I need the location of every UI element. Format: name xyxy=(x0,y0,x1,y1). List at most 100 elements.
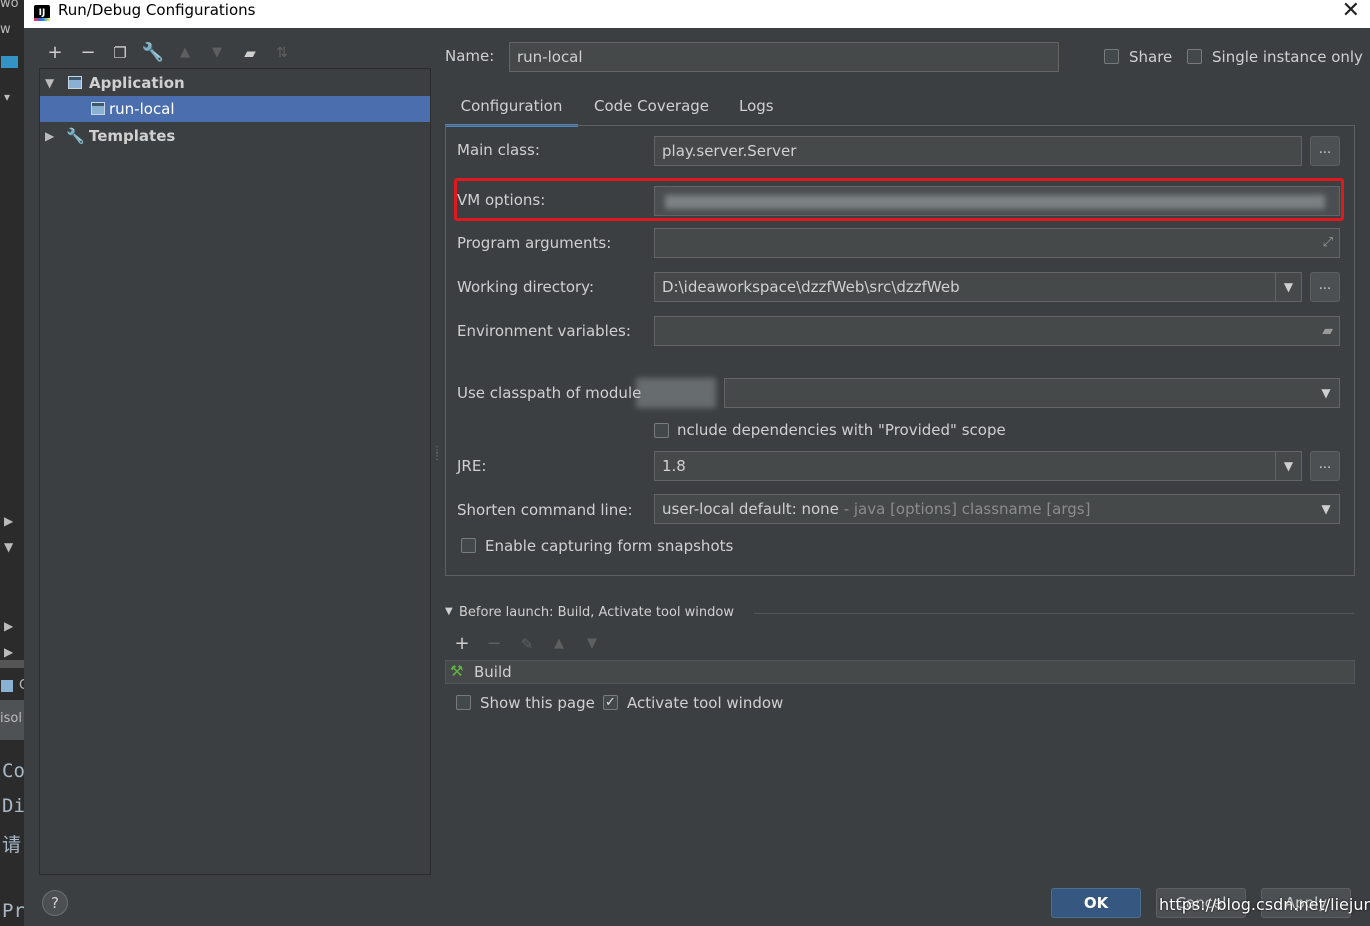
chevron-down-icon[interactable]: ▼ xyxy=(1275,452,1301,480)
move-down-icon[interactable]: ▼ xyxy=(580,633,604,655)
program-arguments-label: Program arguments: xyxy=(457,234,612,252)
add-task-icon[interactable]: + xyxy=(450,633,474,655)
name-label: Name: xyxy=(445,47,495,65)
title-bar: IJ Run/Debug Configurations ✕ xyxy=(24,0,1370,28)
chevron-down-icon[interactable]: ▼ xyxy=(1313,495,1339,523)
folder-icon[interactable]: ▰ xyxy=(1322,317,1333,345)
edit-task-icon[interactable]: ✎ xyxy=(515,633,539,655)
tree-item-run-local[interactable]: run-local xyxy=(40,96,430,122)
working-directory-browse-button[interactable]: ... xyxy=(1310,272,1340,302)
move-up-icon[interactable]: ▲ xyxy=(173,42,197,64)
folder-icon xyxy=(1,56,18,68)
run-debug-dialog: IJ Run/Debug Configurations ✕ + − ❐ 🔧 ▲ … xyxy=(24,0,1370,926)
share-checkbox[interactable] xyxy=(1104,49,1119,64)
jre-combo[interactable]: 1.8 ▼ xyxy=(654,451,1302,481)
triangle-right-icon: ▶ xyxy=(4,619,14,633)
activate-tool-window-checkbox[interactable]: ✓ xyxy=(603,695,618,710)
divider xyxy=(754,613,1354,614)
build-task-label: Build xyxy=(474,663,512,681)
intellij-logo-icon: IJ xyxy=(34,5,50,21)
wrench-icon: 🔧 xyxy=(66,127,85,145)
wrench-icon[interactable]: 🔧 xyxy=(141,42,165,64)
tab-code-coverage[interactable]: Code Coverage xyxy=(594,92,709,124)
remove-icon[interactable]: − xyxy=(76,42,100,64)
triangle-down-icon[interactable]: ▼ xyxy=(445,606,453,617)
tab-configuration[interactable]: Configuration xyxy=(445,92,578,127)
tree-item-label: run-local xyxy=(109,100,175,118)
single-instance-checkbox[interactable] xyxy=(1187,49,1202,64)
application-icon xyxy=(91,102,105,115)
app-icon xyxy=(1,680,13,692)
list-item[interactable]: ⚒ Build xyxy=(446,661,1354,683)
triangle-right-icon: ▶ xyxy=(4,514,14,528)
help-button[interactable]: ? xyxy=(42,890,68,916)
before-launch-list: ⚒ Build xyxy=(445,660,1355,684)
hammer-icon: ⚒ xyxy=(450,662,464,680)
show-page-label: Show this page xyxy=(480,694,595,712)
new-folder-icon[interactable]: ▰ xyxy=(238,42,262,64)
tree-item-label: Application xyxy=(89,74,185,92)
tab-logs[interactable]: Logs xyxy=(739,92,774,124)
vm-options-highlight xyxy=(454,178,1344,221)
console-text: Co xyxy=(2,760,24,782)
shorten-command-line-combo[interactable]: user-local default: none - java [options… xyxy=(654,494,1340,524)
add-icon[interactable]: + xyxy=(43,42,67,64)
activate-tool-window-label: Activate tool window xyxy=(627,694,784,712)
environment-variables-input[interactable]: ▰ xyxy=(654,316,1340,346)
console-tab: isol xyxy=(0,700,24,740)
move-up-icon[interactable]: ▲ xyxy=(547,633,571,655)
form-snapshots-label: Enable capturing form snapshots xyxy=(485,537,734,555)
form-snapshots-checkbox[interactable] xyxy=(461,538,476,553)
configuration-tree: ▼ Application run-local ▶ 🔧 Templates xyxy=(39,68,431,875)
show-page-checkbox[interactable] xyxy=(456,695,471,710)
shorten-command-line-hint: - java [options] classname [args] xyxy=(838,500,1091,518)
include-provided-label: nclude dependencies with "Provided" scop… xyxy=(677,421,1006,439)
sort-icon[interactable]: ⇅ xyxy=(270,42,294,64)
chevron-down-icon[interactable]: ▼ xyxy=(1313,379,1339,407)
shorten-command-line-value: user-local default: none xyxy=(662,500,839,518)
include-provided-checkbox[interactable] xyxy=(654,423,669,438)
chevron-down-icon[interactable]: ▼ xyxy=(1275,273,1301,301)
environment-variables-label: Environment variables: xyxy=(457,322,631,340)
classpath-module-combo[interactable]: ▼ xyxy=(724,378,1340,408)
program-arguments-input[interactable]: ⤢ xyxy=(654,228,1340,258)
window-title: Run/Debug Configurations xyxy=(58,1,256,19)
share-label: Share xyxy=(1129,48,1173,66)
tree-item-application[interactable]: ▼ Application xyxy=(40,70,430,96)
move-down-icon[interactable]: ▼ xyxy=(205,42,229,64)
chevron-down-icon: ▾ xyxy=(4,90,11,104)
remove-task-icon[interactable]: − xyxy=(482,633,506,655)
main-class-input[interactable]: play.server.Server xyxy=(654,136,1302,166)
background-text: w xyxy=(0,22,11,37)
jre-label: JRE: xyxy=(457,457,487,475)
close-icon[interactable]: ✕ xyxy=(1342,0,1360,23)
triangle-down-icon[interactable]: ▼ xyxy=(45,70,54,96)
expand-icon[interactable]: ⤢ xyxy=(1323,229,1333,257)
background-bar xyxy=(0,660,24,668)
copy-icon[interactable]: ❐ xyxy=(108,42,132,64)
watermark: https://blog.csdn.net/liejunfei xyxy=(1159,895,1370,914)
splitter-handle[interactable]: ⋮ ⋮ xyxy=(432,446,442,466)
name-input[interactable]: run-local xyxy=(509,42,1059,72)
triangle-right-icon[interactable]: ▶ xyxy=(45,123,54,149)
triangle-down-icon: ▼ xyxy=(4,540,14,554)
main-class-label: Main class: xyxy=(457,141,540,159)
tree-item-label: Templates xyxy=(89,127,176,145)
single-instance-label: Single instance only xyxy=(1212,48,1363,66)
working-directory-value: D:\ideaworkspace\dzzfWeb\src\dzzfWeb xyxy=(662,278,960,296)
triangle-right-icon: ▶ xyxy=(4,645,14,659)
console-text: Di xyxy=(2,795,24,817)
jre-browse-button[interactable]: ... xyxy=(1310,451,1340,481)
classpath-module-label: Use classpath of module xyxy=(457,384,642,402)
before-launch-header: Before launch: Build, Activate tool wind… xyxy=(459,605,734,620)
console-text: 请 xyxy=(2,834,22,856)
working-directory-combo[interactable]: D:\ideaworkspace\dzzfWeb\src\dzzfWeb ▼ xyxy=(654,272,1302,302)
application-icon xyxy=(68,76,82,89)
ok-button[interactable]: OK xyxy=(1051,888,1141,918)
jre-value: 1.8 xyxy=(662,457,686,475)
background-ide-strip: wo w ▾ ▶ ▼ ▶ ▶ C isol Co Di 请 Pr xyxy=(0,0,24,926)
tree-item-templates[interactable]: ▶ 🔧 Templates xyxy=(40,123,430,149)
console-text: Pr xyxy=(2,900,24,922)
redacted-text xyxy=(636,378,716,408)
main-class-browse-button[interactable]: ... xyxy=(1310,136,1340,166)
